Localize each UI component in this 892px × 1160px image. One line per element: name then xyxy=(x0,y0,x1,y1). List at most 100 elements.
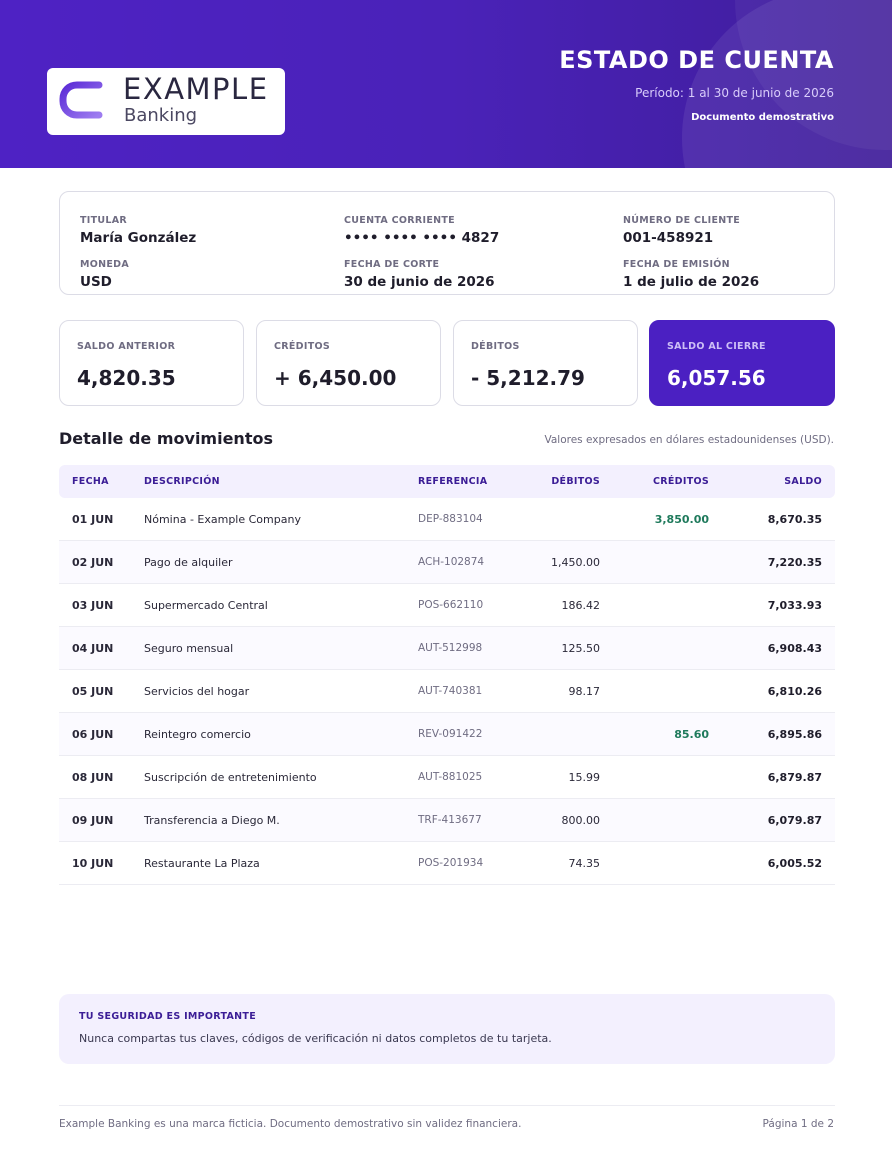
titular-value: María González xyxy=(80,230,197,246)
table-body: 01 JUN Nómina - Example Company DEP-883104… xyxy=(59,498,835,885)
cell-fecha: 05 JUN xyxy=(72,685,114,698)
cell-debito: 125.50 xyxy=(561,642,601,655)
cell-referencia: AUT-512998 xyxy=(418,642,483,654)
cell-descripcion: Reintegro comercio xyxy=(144,728,251,741)
cell-saldo: 6,079.87 xyxy=(767,814,822,827)
table-row: 03 JUN Supermercado Central POS-662110 186.… xyxy=(59,584,835,627)
account-number-field: CUENTA CORRIENTE •••• •••• •••• 4827 xyxy=(344,215,499,246)
cell-saldo: 8,670.35 xyxy=(767,513,822,526)
cutoff-date-label: FECHA DE CORTE xyxy=(344,259,440,270)
cell-descripcion: Restaurante La Plaza xyxy=(144,857,260,870)
summary-debits: DÉBITOS - 5,212.79 xyxy=(453,320,638,406)
table-row: 08 JUN Suscripción de entretenimiento AUT-… xyxy=(59,756,835,799)
statement-header: EXAMPLE Banking ESTADO DE CUENTA Período… xyxy=(0,0,892,168)
table-row: 09 JUN Transferencia a Diego M. TRF-413677… xyxy=(59,799,835,842)
cell-fecha: 06 JUN xyxy=(72,728,114,741)
cell-descripcion: Pago de alquiler xyxy=(144,556,233,569)
cell-debito: 98.17 xyxy=(568,685,601,698)
table-row: 04 JUN Seguro mensual AUT-512998 125.50 6,90… xyxy=(59,627,835,670)
column-header-referencia: REFERENCIA xyxy=(418,476,488,487)
cell-referencia: REV-091422 xyxy=(418,728,483,740)
cutoff-date-value: 30 de junio de 2026 xyxy=(344,274,495,290)
cell-fecha: 01 JUN xyxy=(72,513,114,526)
account-number-label: CUENTA CORRIENTE xyxy=(344,215,455,226)
cell-debito: 15.99 xyxy=(568,771,601,784)
summary-closing-balance: SALDO AL CIERRE 6,057.56 xyxy=(649,320,835,406)
security-notice-title: TU SEGURIDAD ES IMPORTANTE xyxy=(79,1011,256,1022)
cell-referencia: DEP-883104 xyxy=(418,513,483,525)
summary-label: CRÉDITOS xyxy=(274,341,330,352)
currency-value: USD xyxy=(80,274,112,290)
cell-debito: 1,450.00 xyxy=(551,556,600,569)
currency-label: MONEDA xyxy=(80,259,130,270)
client-number-value: 001-458921 xyxy=(623,230,714,246)
statement-period: Período: 1 al 30 de junio de 2026 xyxy=(635,86,834,100)
cell-fecha: 02 JUN xyxy=(72,556,114,569)
column-header-fecha: FECHA xyxy=(72,476,109,487)
footer-divider xyxy=(59,1105,835,1106)
summary-credits: CRÉDITOS + 6,450.00 xyxy=(256,320,441,406)
movements-title: Detalle de movimientos xyxy=(59,429,273,448)
cell-saldo: 7,220.35 xyxy=(767,556,822,569)
summary-value: - 5,212.79 xyxy=(471,366,585,390)
page-number: Página 1 de 2 xyxy=(762,1118,834,1130)
cell-referencia: AUT-740381 xyxy=(418,685,483,697)
security-notice-text: Nunca compartas tus claves, códigos de v… xyxy=(79,1032,552,1045)
column-header-saldo: SALDO xyxy=(784,476,822,487)
cell-descripcion: Nómina - Example Company xyxy=(144,513,301,526)
issue-date-field: FECHA DE EMISIÓN 1 de julio de 2026 xyxy=(623,259,759,290)
cell-fecha: 03 JUN xyxy=(72,599,114,612)
cell-debito: 186.42 xyxy=(561,599,601,612)
cell-saldo: 6,879.87 xyxy=(767,771,822,784)
summary-label: SALDO ANTERIOR xyxy=(77,341,176,352)
movements-table: FECHA DESCRIPCIÓN REFERENCIA DÉBITOS CRÉ… xyxy=(59,465,835,885)
example-e-logo-icon xyxy=(59,81,103,119)
table-row: 06 JUN Reintegro comercio REV-091422 85.60 6… xyxy=(59,713,835,756)
table-row: 10 JUN Restaurante La Plaza POS-201934 74.3… xyxy=(59,842,835,885)
summary-label: SALDO AL CIERRE xyxy=(667,341,766,352)
cell-saldo: 6,895.86 xyxy=(767,728,822,741)
cutoff-date-field: FECHA DE CORTE 30 de junio de 2026 xyxy=(344,259,495,290)
summary-value: + 6,450.00 xyxy=(274,366,397,390)
column-header-debitos: DÉBITOS xyxy=(551,476,600,487)
demo-badge: Documento demostrativo xyxy=(691,112,834,123)
cell-saldo: 6,810.26 xyxy=(767,685,822,698)
titular-label: TITULAR xyxy=(80,215,128,226)
brand-name: EXAMPLE xyxy=(123,72,269,106)
page-title: ESTADO DE CUENTA xyxy=(559,46,834,74)
account-number-value: •••• •••• •••• 4827 xyxy=(344,230,500,246)
cell-fecha: 10 JUN xyxy=(72,857,114,870)
cell-descripcion: Seguro mensual xyxy=(144,642,234,655)
issue-date-value: 1 de julio de 2026 xyxy=(623,274,760,290)
cell-credito: 3,850.00 xyxy=(654,513,709,526)
cell-descripcion: Suscripción de entretenimiento xyxy=(144,771,317,784)
column-header-creditos: CRÉDITOS xyxy=(653,476,709,487)
table-row: 02 JUN Pago de alquiler ACH-102874 1,450.00… xyxy=(59,541,835,584)
currency-field: MONEDA USD xyxy=(80,259,129,290)
client-number-field: NÚMERO DE CLIENTE 001-458921 xyxy=(623,215,740,246)
cell-descripcion: Transferencia a Diego M. xyxy=(144,814,280,827)
issue-date-label: FECHA DE EMISIÓN xyxy=(623,259,730,270)
cell-referencia: POS-201934 xyxy=(418,857,484,869)
cell-saldo: 6,005.52 xyxy=(767,857,822,870)
cell-descripcion: Supermercado Central xyxy=(144,599,268,612)
cell-fecha: 04 JUN xyxy=(72,642,114,655)
account-info-card: TITULAR María González CUENTA CORRIENTE … xyxy=(59,191,835,295)
cell-debito: 800.00 xyxy=(561,814,601,827)
table-row: 01 JUN Nómina - Example Company DEP-883104… xyxy=(59,498,835,541)
titular-field: TITULAR María González xyxy=(80,215,196,246)
cell-descripcion: Servicios del hogar xyxy=(144,685,250,698)
cell-referencia: ACH-102874 xyxy=(418,556,485,568)
cell-saldo: 6,908.43 xyxy=(767,642,822,655)
summary-previous-balance: SALDO ANTERIOR 4,820.35 xyxy=(59,320,244,406)
cell-referencia: TRF-413677 xyxy=(418,814,482,826)
cell-debito: 74.35 xyxy=(568,857,601,870)
client-number-label: NÚMERO DE CLIENTE xyxy=(623,215,741,226)
table-header: FECHA DESCRIPCIÓN REFERENCIA DÉBITOS CRÉ… xyxy=(59,465,835,498)
summary-value: 4,820.35 xyxy=(77,366,176,390)
cell-referencia: AUT-881025 xyxy=(418,771,483,783)
cell-saldo: 7,033.93 xyxy=(767,599,822,612)
cell-fecha: 08 JUN xyxy=(72,771,114,784)
table-row: 05 JUN Servicios del hogar AUT-740381 98.17… xyxy=(59,670,835,713)
summary-label: DÉBITOS xyxy=(471,341,520,352)
